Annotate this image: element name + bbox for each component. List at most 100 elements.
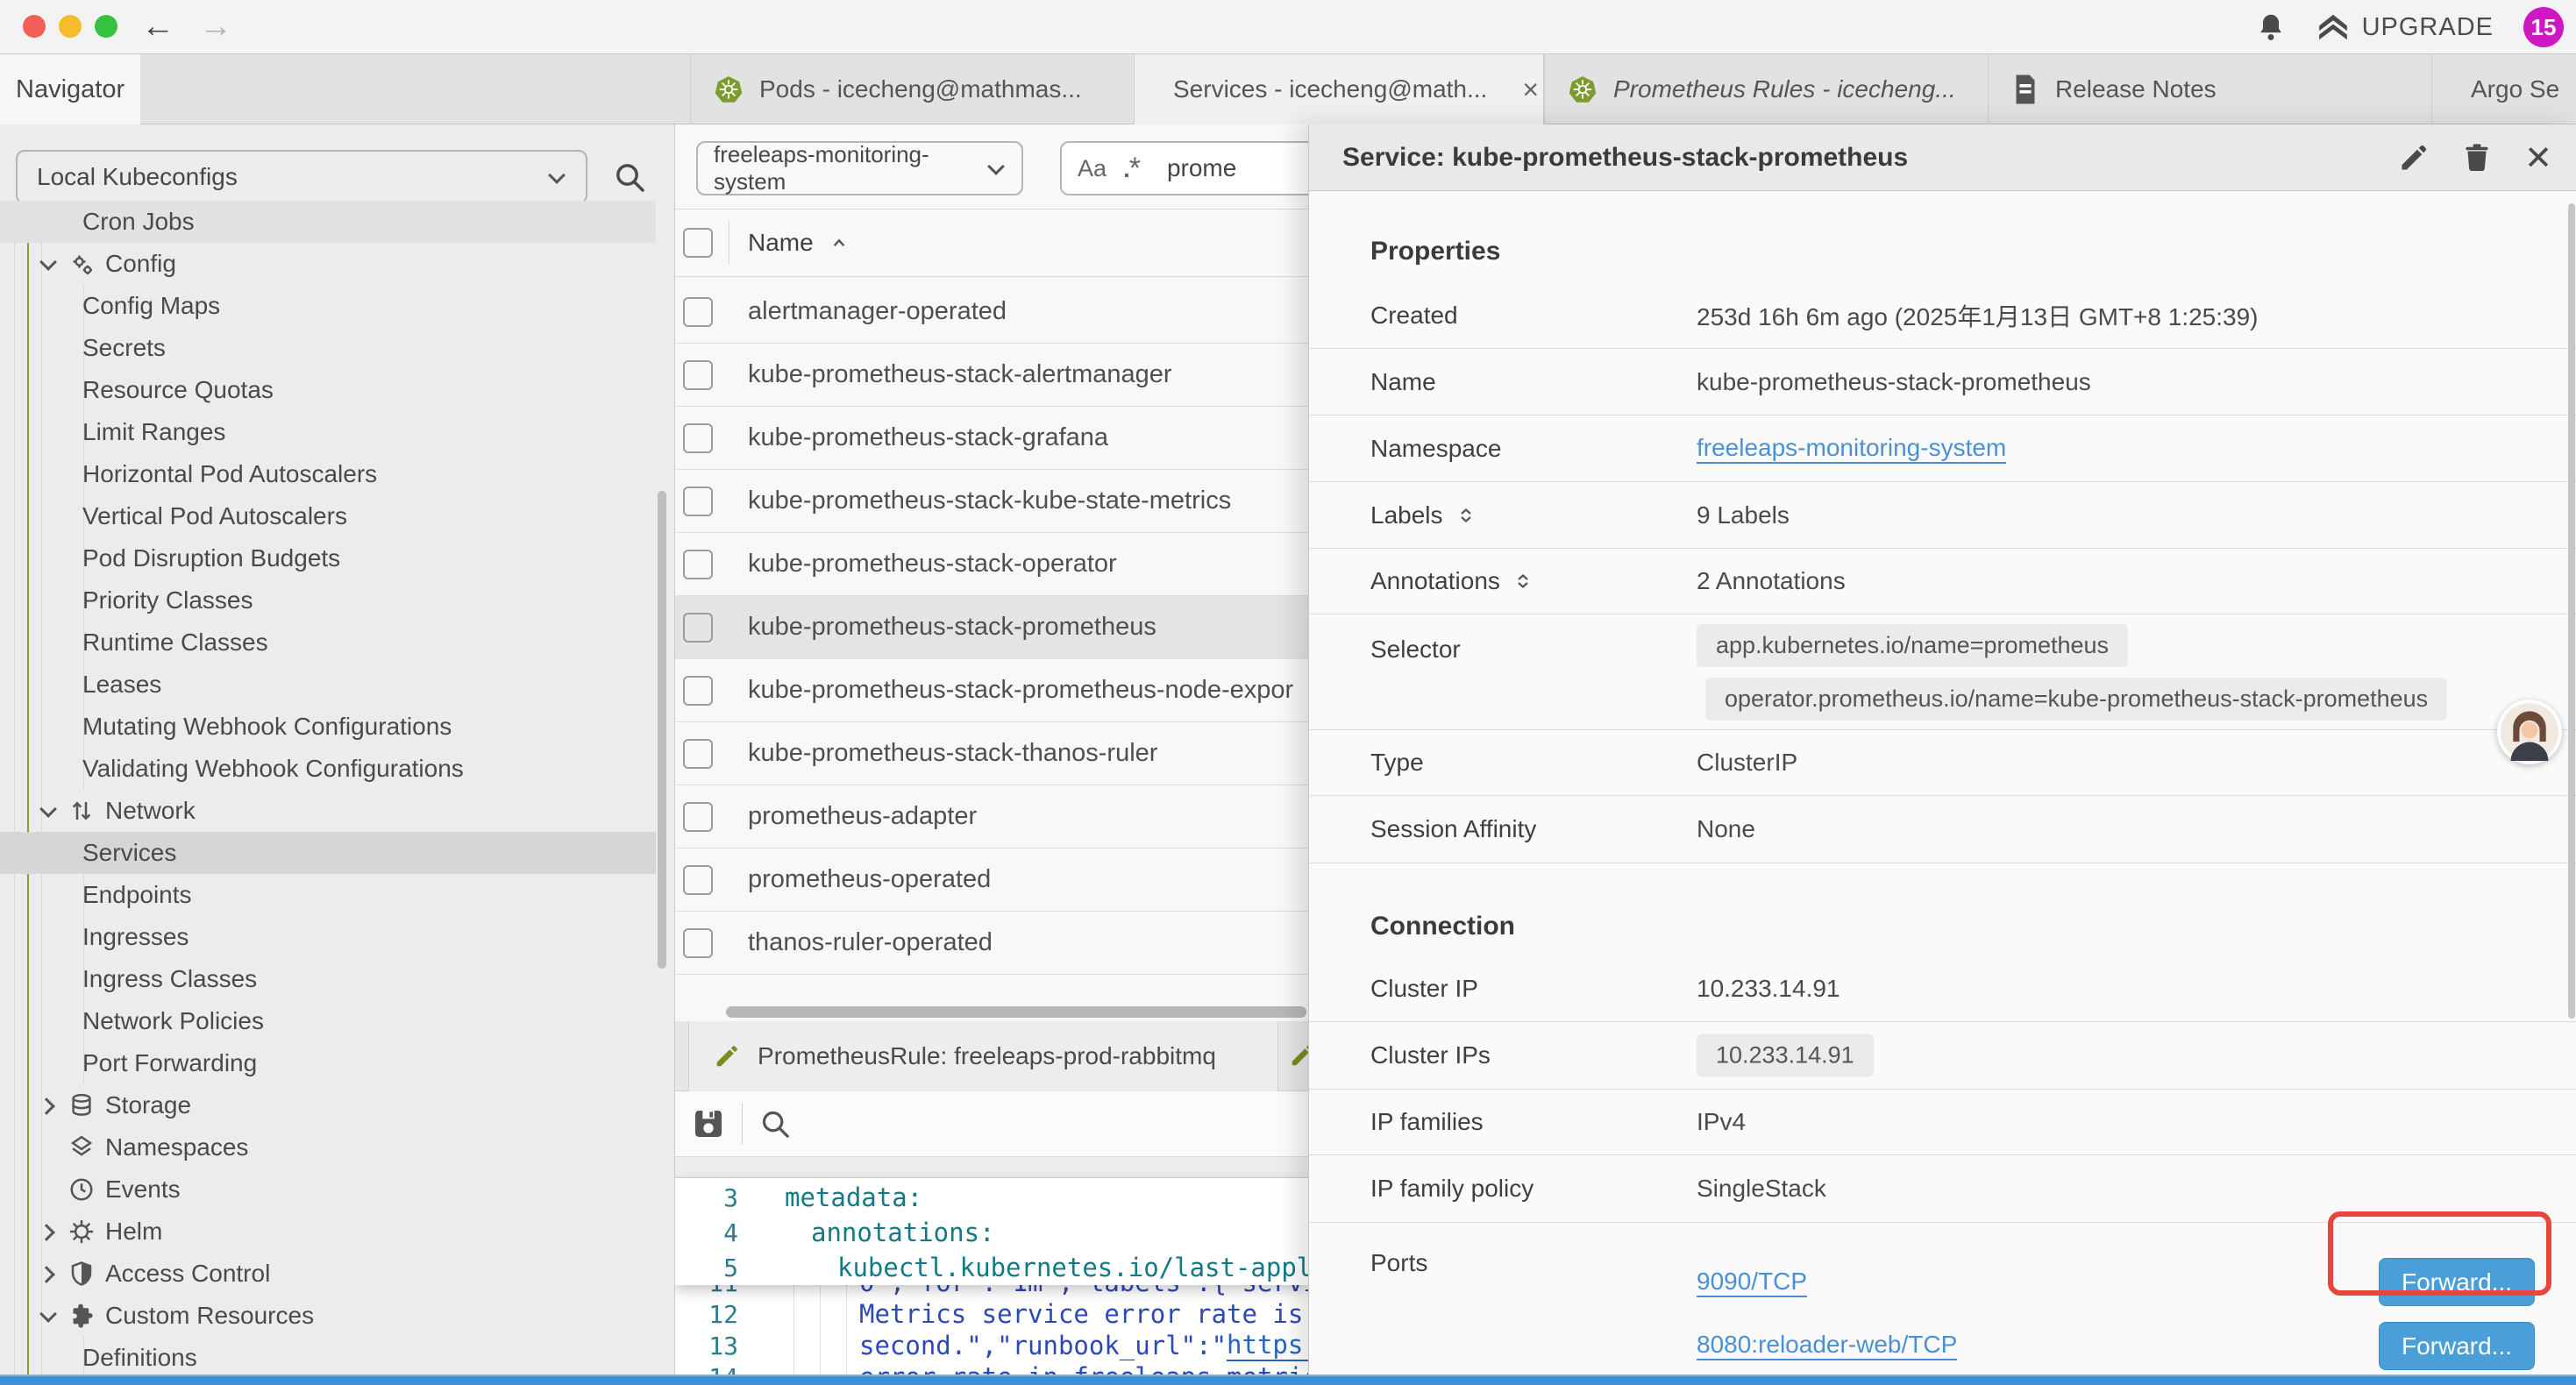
row-checkbox[interactable]: [683, 613, 713, 643]
horizontal-scrollbar[interactable]: [726, 1006, 1306, 1018]
sidebar-item-horizontal-pod-autoscalers[interactable]: Horizontal Pod Autoscalers: [0, 453, 656, 495]
sidebar-item-runtime-classes[interactable]: Runtime Classes: [0, 621, 656, 664]
row-checkbox[interactable]: [683, 550, 713, 579]
selector-chip[interactable]: app.kubernetes.io/name=prometheus: [1697, 624, 2128, 667]
forward-port-button-8080[interactable]: Forward...: [2379, 1322, 2535, 1370]
sidebar-group-config[interactable]: Config: [0, 243, 656, 285]
tab-prometheus-rules[interactable]: Prometheus Rules - icecheng...: [1544, 54, 1988, 124]
code-line: 4 annotations:: [675, 1215, 1308, 1250]
table-row[interactable]: kube-prometheus-stack-kube-state-metrics: [675, 470, 1308, 533]
editor-tab-prometheusrule[interactable]: PrometheusRule: freeleaps-prod-rabbitmq: [688, 1021, 1278, 1091]
sidebar-item-definitions[interactable]: Definitions: [0, 1337, 656, 1376]
match-case-toggle[interactable]: Aa: [1078, 155, 1107, 182]
yaml-editor-panel: PrometheusRule: freeleaps-prod-rabbitmq …: [675, 1021, 1308, 1376]
chevron-right-icon: [39, 1222, 58, 1241]
select-all-checkbox[interactable]: [683, 228, 713, 258]
row-checkbox[interactable]: [683, 739, 713, 769]
sidebar-item-ingress-classes[interactable]: Ingress Classes: [0, 958, 656, 1000]
row-checkbox[interactable]: [683, 487, 713, 516]
tab-pods[interactable]: Pods - icecheng@mathmas...: [690, 54, 1134, 124]
upgrade-button[interactable]: UPGRADE: [2316, 11, 2494, 44]
namespace-select[interactable]: freeleaps-monitoring-system: [696, 141, 1023, 195]
sidebar-item-events[interactable]: Events: [0, 1168, 656, 1211]
save-button[interactable]: [691, 1106, 726, 1141]
search-icon[interactable]: [612, 160, 647, 195]
row-checkbox[interactable]: [683, 423, 713, 453]
sidebar-item-port-forwarding[interactable]: Port Forwarding: [0, 1042, 656, 1084]
sidebar-group-access-control[interactable]: Access Control: [0, 1253, 656, 1295]
table-row[interactable]: kube-prometheus-stack-operator: [675, 533, 1308, 596]
close-panel-icon[interactable]: ✕: [2524, 138, 2552, 178]
chevron-down-icon: [39, 801, 58, 820]
selector-chip[interactable]: operator.prometheus.io/name=kube-prometh…: [1705, 678, 2447, 721]
sidebar-group-custom-resources[interactable]: Custom Resources: [0, 1295, 656, 1337]
row-checkbox[interactable]: [683, 360, 713, 390]
sidebar-item-endpoints[interactable]: Endpoints: [0, 874, 656, 916]
table-row[interactable]: kube-prometheus-stack-prometheus-node-ex…: [675, 659, 1308, 722]
sidebar-item-ingresses[interactable]: Ingresses: [0, 916, 656, 958]
detail-scrollbar[interactable]: [2568, 203, 2575, 1019]
table-row[interactable]: prometheus-adapter: [675, 785, 1308, 849]
yaml-code-area[interactable]: 11 0","for":"1m","labels":{"service": 12…: [675, 1178, 1308, 1376]
sidebar-item-config-maps[interactable]: Config Maps: [0, 285, 656, 327]
sidebar-item-network-policies[interactable]: Network Policies: [0, 1000, 656, 1042]
sidebar-item-limit-ranges[interactable]: Limit Ranges: [0, 411, 656, 453]
sidebar-item-priority-classes[interactable]: Priority Classes: [0, 579, 656, 621]
table-row[interactable]: kube-prometheus-stack-alertmanager: [675, 344, 1308, 407]
sidebar-item-pod-disruption-budgets[interactable]: Pod Disruption Budgets: [0, 537, 656, 579]
tab-release-notes[interactable]: Release Notes: [1988, 54, 2431, 124]
avatar[interactable]: [2497, 700, 2562, 764]
regex-toggle[interactable]: ▪*: [1124, 152, 1141, 186]
zoom-window-button[interactable]: [95, 15, 117, 38]
row-checkbox[interactable]: [683, 802, 713, 832]
connection-section-heading: Connection: [1370, 912, 1515, 941]
sidebar-item-validating-webhook-configurations[interactable]: Validating Webhook Configurations: [0, 748, 656, 790]
expand-collapse-icon[interactable]: [1512, 571, 1534, 592]
sidebar-item-vertical-pod-autoscalers[interactable]: Vertical Pod Autoscalers: [0, 495, 656, 537]
runbook-url-link[interactable]: https://net: [1227, 1330, 1308, 1361]
close-window-button[interactable]: [23, 15, 46, 38]
sidebar-item-leases[interactable]: Leases: [0, 664, 656, 706]
editor-scroll-strip[interactable]: [675, 1156, 1308, 1178]
table-row[interactable]: kube-prometheus-stack-grafana: [675, 407, 1308, 470]
namespace-link[interactable]: freeleaps-monitoring-system: [1697, 434, 2006, 464]
table-row-selected[interactable]: kube-prometheus-stack-prometheus: [675, 596, 1308, 659]
table-row[interactable]: thanos-ruler-operated: [675, 912, 1308, 975]
table-row[interactable]: alertmanager-operated: [675, 281, 1308, 344]
row-checkbox[interactable]: [683, 865, 713, 895]
notification-count-badge[interactable]: 15: [2523, 7, 2564, 47]
edit-pencil-icon[interactable]: [2398, 142, 2430, 174]
sidebar-item-resource-quotas[interactable]: Resource Quotas: [0, 369, 656, 411]
port-link-8080[interactable]: 8080:reloader-web/TCP: [1697, 1331, 1957, 1360]
row-checkbox[interactable]: [683, 297, 713, 327]
delete-trash-icon[interactable]: [2461, 142, 2493, 174]
sidebar-item-secrets[interactable]: Secrets: [0, 327, 656, 369]
search-in-editor-button[interactable]: [758, 1107, 792, 1140]
sidebar-item-cron-jobs[interactable]: Cron Jobs: [0, 201, 656, 243]
sidebar-item-services[interactable]: Services: [0, 832, 656, 874]
close-tab-icon[interactable]: ×: [1522, 74, 1539, 106]
sidebar-group-storage[interactable]: Storage: [0, 1084, 656, 1126]
sidebar-group-helm[interactable]: Helm: [0, 1211, 656, 1253]
sidebar-scrollbar[interactable]: [658, 491, 666, 969]
name-column-header[interactable]: Name: [748, 229, 850, 257]
table-row[interactable]: prometheus-operated: [675, 849, 1308, 912]
bell-icon[interactable]: [2255, 11, 2287, 43]
minimize-window-button[interactable]: [59, 15, 82, 38]
tab-navigator[interactable]: Navigator: [0, 54, 140, 124]
back-icon[interactable]: ←: [133, 7, 182, 46]
expand-collapse-icon[interactable]: [1455, 505, 1477, 526]
row-checkbox[interactable]: [683, 676, 713, 706]
row-checkbox[interactable]: [683, 928, 713, 958]
table-row[interactable]: kube-prometheus-stack-thanos-ruler: [675, 722, 1308, 785]
tab-services[interactable]: Services - icecheng@math... ×: [1134, 54, 1544, 124]
kubeconfig-select[interactable]: Local Kubeconfigs: [16, 150, 587, 204]
forward-icon[interactable]: →: [191, 7, 240, 46]
sidebar-item-mutating-webhook-configurations[interactable]: Mutating Webhook Configurations: [0, 706, 656, 748]
sidebar-group-network[interactable]: Network: [0, 790, 656, 832]
editor-tab-next[interactable]: [1289, 1042, 1308, 1069]
filter-input[interactable]: Aa ▪* prome: [1060, 141, 1308, 195]
tab-argo[interactable]: Argo Se: [2431, 54, 2576, 124]
sidebar-item-namespaces[interactable]: Namespaces: [0, 1126, 656, 1168]
port-link-9090[interactable]: 9090/TCP: [1697, 1268, 1807, 1297]
